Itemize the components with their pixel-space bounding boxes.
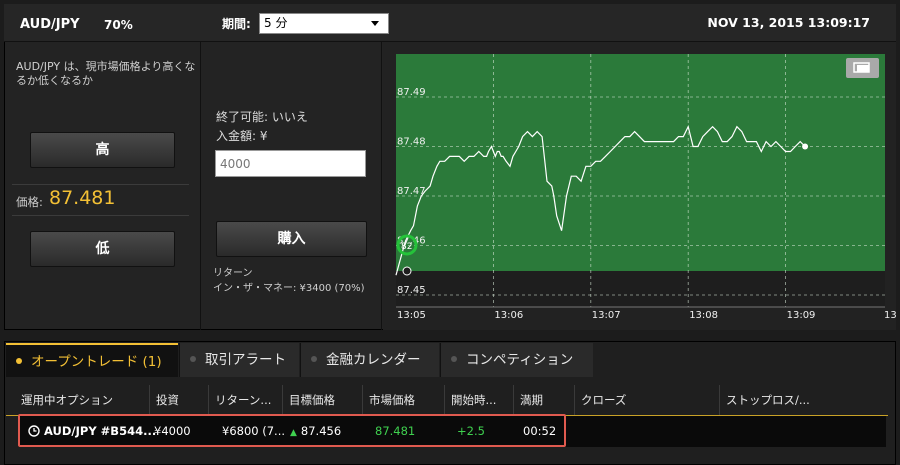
tab-indicator-icon [451, 356, 457, 362]
x-tick-label: 13:07 [592, 310, 621, 321]
x-tick-label: 13:05 [397, 310, 426, 321]
col-expiry[interactable]: 満期 [513, 385, 573, 415]
deposit-label: 入金額: ¥ [216, 129, 268, 143]
col-start-time[interactable]: 開始時... [444, 385, 513, 415]
row-highlight-frame [18, 414, 566, 447]
return-label: リターン [213, 268, 253, 279]
fullscreen-icon[interactable] [846, 58, 879, 78]
table-header: 運用中オプション 投資 リターン... 目標価格 市場価格 開始時... 満期 … [6, 385, 894, 415]
col-stop-loss[interactable]: ストップロス/... [719, 385, 889, 415]
entry-anchor-dot [402, 266, 412, 276]
col-market-price[interactable]: 市場価格 [362, 385, 443, 415]
col-return[interactable]: リターン... [208, 385, 282, 415]
in-the-money-return: イン・ザ・マネー: ¥3400 (70%) [213, 283, 365, 294]
asset-name: AUD/JPY [20, 17, 80, 32]
tab-trade-alerts[interactable]: 取引アラート [179, 343, 299, 377]
price-label: 価格: [16, 195, 43, 209]
chevron-down-icon [371, 21, 379, 26]
tab-indicator-icon [311, 356, 317, 362]
period-value: 5 分 [264, 16, 288, 30]
tab-open-trades[interactable]: オープントレード (1) [6, 343, 178, 377]
buy-button[interactable]: 購入 [216, 221, 367, 257]
direction-question: AUD/JPY は、現市場価格より高くなるか低くなるか [16, 60, 196, 87]
x-tick-label: 13:06 [494, 310, 523, 321]
last-price-dot [802, 143, 809, 150]
price-chart: 87.4987.4887.4787.4687.45 13:05 13:06 13:0… [383, 42, 896, 330]
col-close[interactable]: クローズ [574, 385, 718, 415]
y-tick-label: 87.48 [397, 137, 426, 148]
period-select[interactable]: 5 分 [259, 13, 389, 34]
divider [12, 215, 189, 216]
payout-percent: 70% [104, 18, 133, 32]
low-button[interactable]: 低 [30, 231, 175, 267]
entry-marker-label: 82 [401, 242, 412, 252]
high-button[interactable]: 高 [30, 132, 175, 168]
x-tick-label: 13:08 [689, 310, 718, 321]
tab-financial-calendar[interactable]: 金融カレンダー [300, 343, 439, 377]
divider [12, 184, 189, 185]
tab-competition[interactable]: コンペティション [440, 343, 593, 377]
tab-indicator-icon [190, 356, 196, 362]
chart-lower-band [396, 271, 885, 307]
col-target-price[interactable]: 目標価格 [282, 385, 360, 415]
period-label: 期間: [222, 17, 251, 31]
chart-plot-area [396, 54, 885, 271]
y-tick-label: 87.45 [397, 285, 426, 296]
y-tick-label: 87.49 [397, 87, 426, 98]
early-close-status: 終了可能: いいえ [216, 110, 308, 124]
server-datetime: NOV 13, 2015 13:09:17 [707, 15, 870, 30]
current-price: 87.481 [49, 187, 116, 209]
col-investment[interactable]: 投資 [149, 385, 206, 415]
tab-indicator-icon [16, 358, 22, 364]
x-tick-label: 13:10 [884, 310, 896, 321]
x-tick-label: 13:09 [787, 310, 816, 321]
amount-input[interactable] [215, 150, 366, 177]
col-active-option[interactable]: 運用中オプション [15, 385, 149, 415]
